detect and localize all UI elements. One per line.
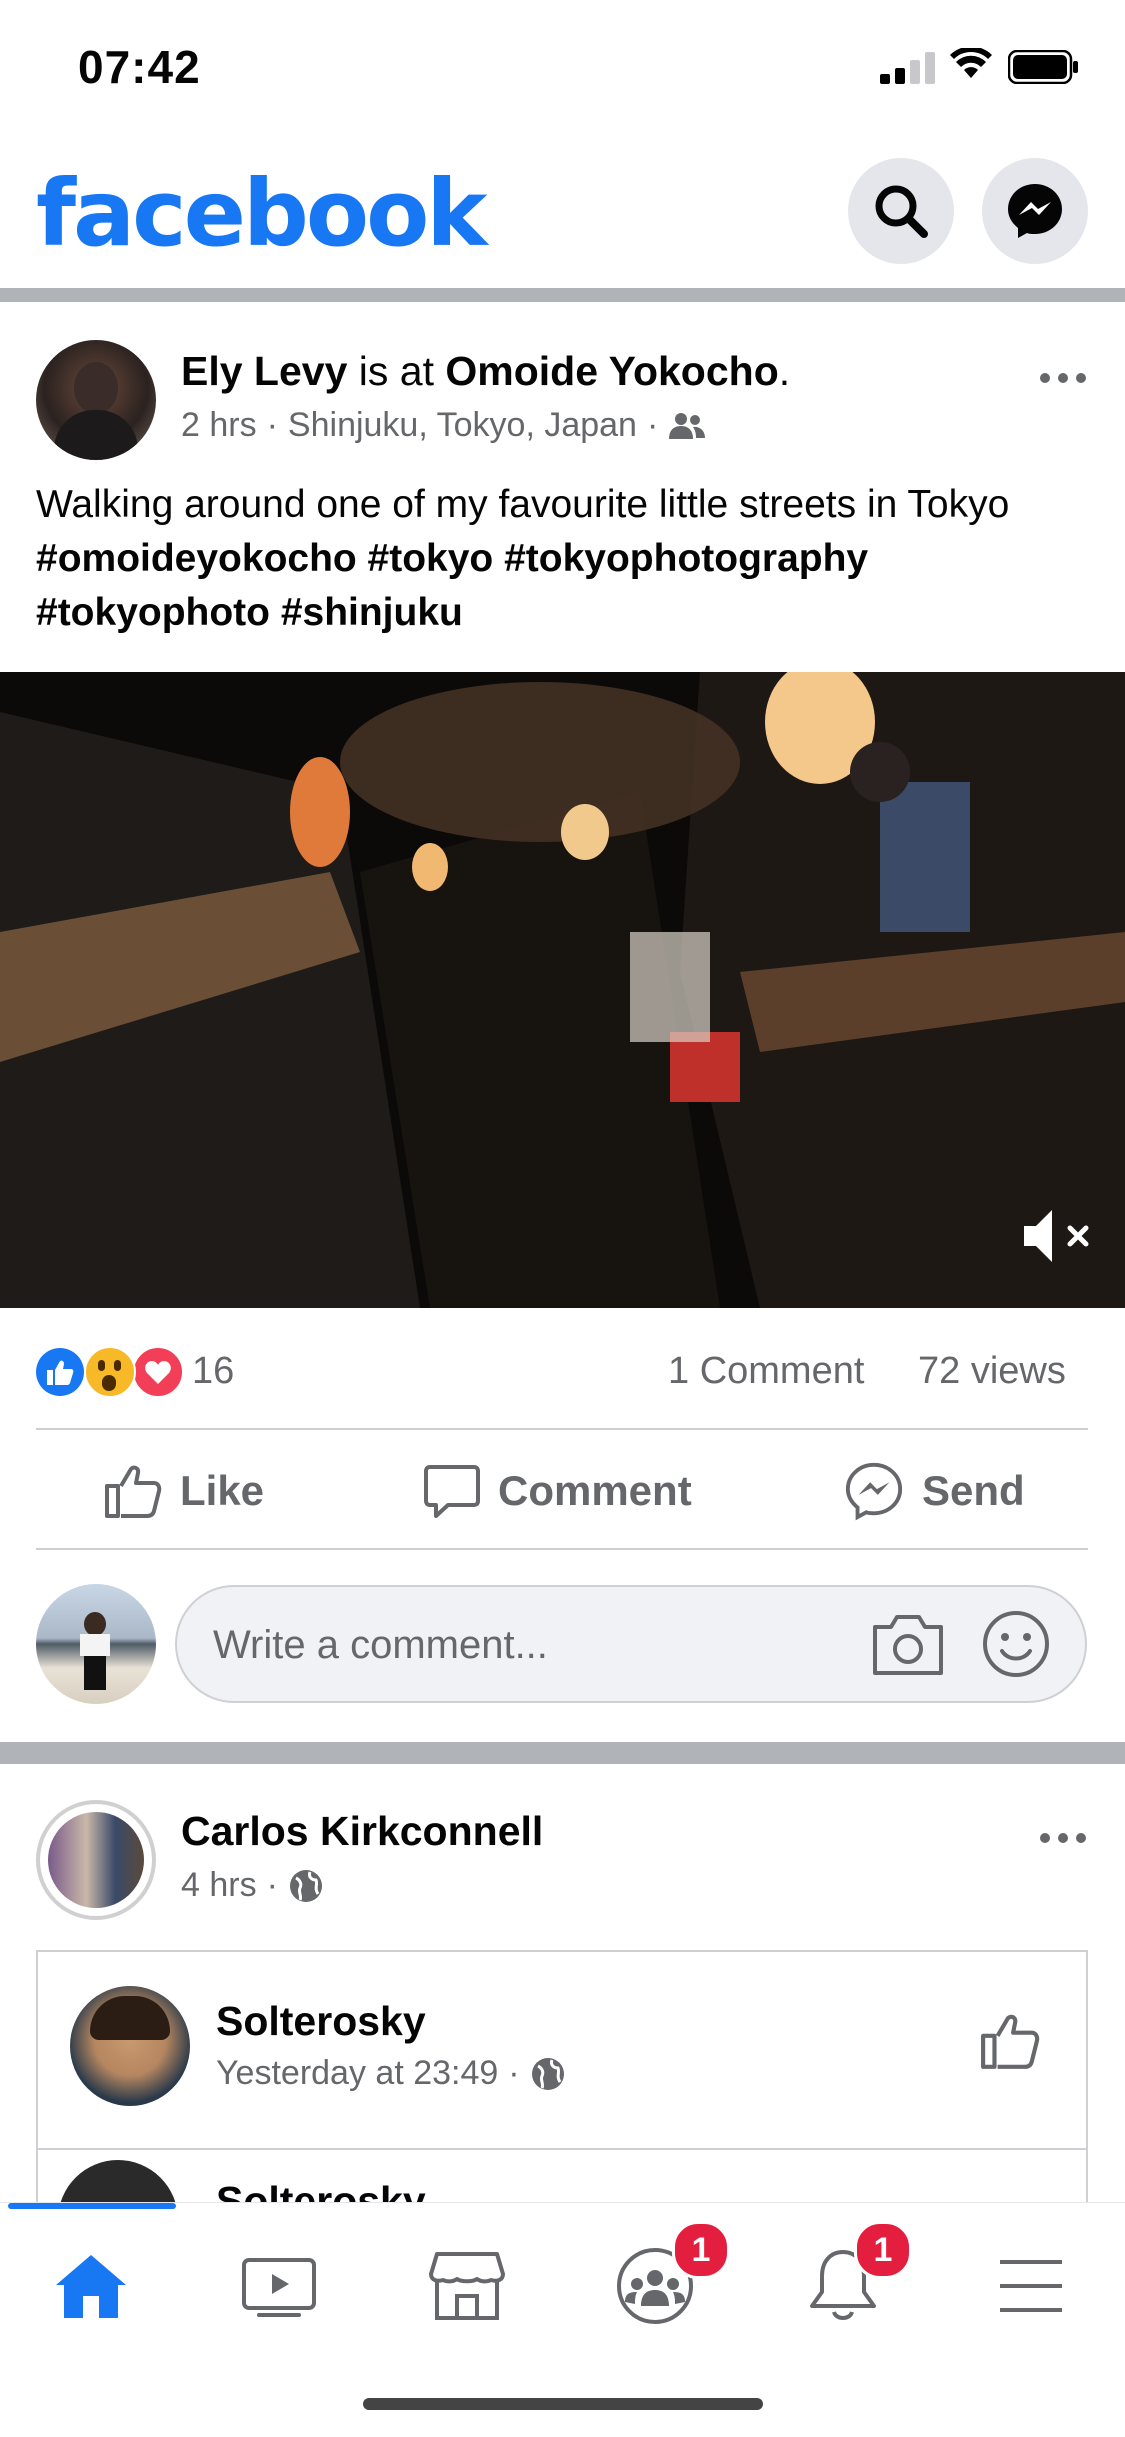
shared-author[interactable]: Solterosky [216, 1998, 426, 2045]
marketplace-icon [429, 2252, 505, 2320]
meta-dot: · [266, 1866, 278, 1904]
search-icon [875, 185, 928, 238]
post-place[interactable]: Omoide Yokocho [445, 348, 778, 394]
shared-author-avatar[interactable] [70, 1986, 190, 2106]
comment-icon [424, 1465, 480, 1518]
post-text: Walking around one of my favourite littl… [36, 478, 1096, 640]
battery-icon [1008, 50, 1078, 84]
author-connector: is at [347, 348, 446, 394]
post-time[interactable]: 4 hrs [181, 1866, 257, 1905]
wifi-icon [950, 48, 992, 78]
post-hashtags[interactable]: #omoideyokocho #tokyo #tokyophotography … [36, 537, 868, 634]
notifications-badge: 1 [854, 2221, 912, 2279]
like-label: Like [180, 1467, 265, 1514]
friends-icon [669, 412, 706, 439]
like-icon [105, 1465, 162, 1518]
post-meta: 4 hrs · [181, 1866, 324, 1905]
meta-dot: · [646, 406, 659, 444]
post-location[interactable]: Shinjuku, Tokyo, Japan [288, 406, 637, 445]
camera-icon[interactable] [871, 1611, 945, 1677]
reaction-count[interactable]: 16 [192, 1350, 234, 1393]
post-options-button[interactable] [1040, 373, 1086, 383]
menu-icon [1000, 2260, 1062, 2312]
post-author[interactable]: Carlos Kirkconnell [181, 1808, 543, 1855]
like-button[interactable]: Like [104, 1455, 264, 1527]
divider [36, 1428, 1088, 1430]
author-avatar[interactable] [36, 1800, 156, 1920]
video-frame [0, 672, 1125, 1308]
meta-dot: · [266, 406, 278, 444]
tab-groups[interactable]: 1 [600, 2221, 730, 2341]
love-reaction-icon [132, 1346, 184, 1398]
post-meta: 2 hrs · Shinjuku, Tokyo, Japan · [181, 406, 706, 445]
like-reaction-icon [36, 1348, 84, 1396]
groups-badge: 1 [672, 2221, 730, 2279]
tab-marketplace[interactable] [412, 2231, 522, 2341]
next-shared-avatar [58, 2160, 178, 2204]
feed-divider [0, 288, 1125, 302]
status-time: 07:42 [78, 41, 201, 93]
next-shared-author: Solterosky [216, 2178, 426, 2204]
post-author[interactable]: Ely Levy [181, 348, 347, 394]
active-tab-indicator [8, 2203, 176, 2209]
post-body: Walking around one of my favourite littl… [36, 483, 1010, 526]
signal-icon [880, 52, 940, 84]
divider [36, 1548, 1088, 1550]
comment-count[interactable]: 1 Comment [668, 1350, 864, 1393]
globe-icon [289, 1869, 322, 1902]
send-label: Send [922, 1467, 1025, 1514]
like-icon[interactable] [980, 2012, 1040, 2070]
post-video[interactable] [0, 672, 1125, 1308]
comment-button[interactable]: Comment [424, 1455, 692, 1527]
comment-label: Comment [498, 1467, 692, 1514]
current-user-avatar[interactable] [36, 1584, 156, 1704]
comment-placeholder: Write a comment... [213, 1623, 548, 1667]
shared-post[interactable]: Solterosky Yesterday at 23:49 · [36, 1950, 1088, 2150]
globe-icon [531, 2057, 564, 2090]
meta-dot: · [508, 2054, 520, 2092]
shared-meta: Yesterday at 23:49 · [216, 2054, 566, 2093]
send-button[interactable]: Send [844, 1455, 1025, 1527]
tab-notifications[interactable]: 1 [788, 2221, 912, 2341]
status-bar: 07:42 [0, 0, 1125, 140]
messenger-icon [1008, 184, 1062, 238]
tab-watch[interactable] [224, 2231, 334, 2341]
muted-speaker-icon[interactable] [1022, 1206, 1096, 1266]
messenger-send-icon [845, 1462, 903, 1521]
wow-reaction-icon [84, 1346, 136, 1398]
home-icon [56, 2255, 126, 2318]
shared-time[interactable]: Yesterday at 23:49 [216, 2054, 498, 2093]
post-time[interactable]: 2 hrs [181, 406, 257, 445]
post-stats: 16 1 Comment 72 views [36, 1340, 1088, 1400]
facebook-logo[interactable]: facebook [36, 160, 487, 267]
next-shared-item: Solterosky [36, 2148, 1088, 2204]
post-author-line: Ely Levy is at Omoide Yokocho. [181, 348, 790, 395]
emoji-icon[interactable] [981, 1609, 1051, 1679]
author-avatar[interactable] [36, 340, 156, 460]
post-options-button[interactable] [1040, 1833, 1086, 1843]
place-period: . [778, 348, 791, 394]
feed-divider [0, 1742, 1125, 1764]
tab-menu[interactable] [976, 2231, 1086, 2341]
video-icon [242, 2258, 316, 2317]
home-indicator [363, 2398, 763, 2410]
messenger-button[interactable] [982, 158, 1088, 264]
view-count[interactable]: 72 views [918, 1350, 1066, 1393]
comment-input[interactable]: Write a comment... [175, 1585, 1087, 1703]
search-button[interactable] [848, 158, 954, 264]
tab-home[interactable] [36, 2231, 146, 2341]
